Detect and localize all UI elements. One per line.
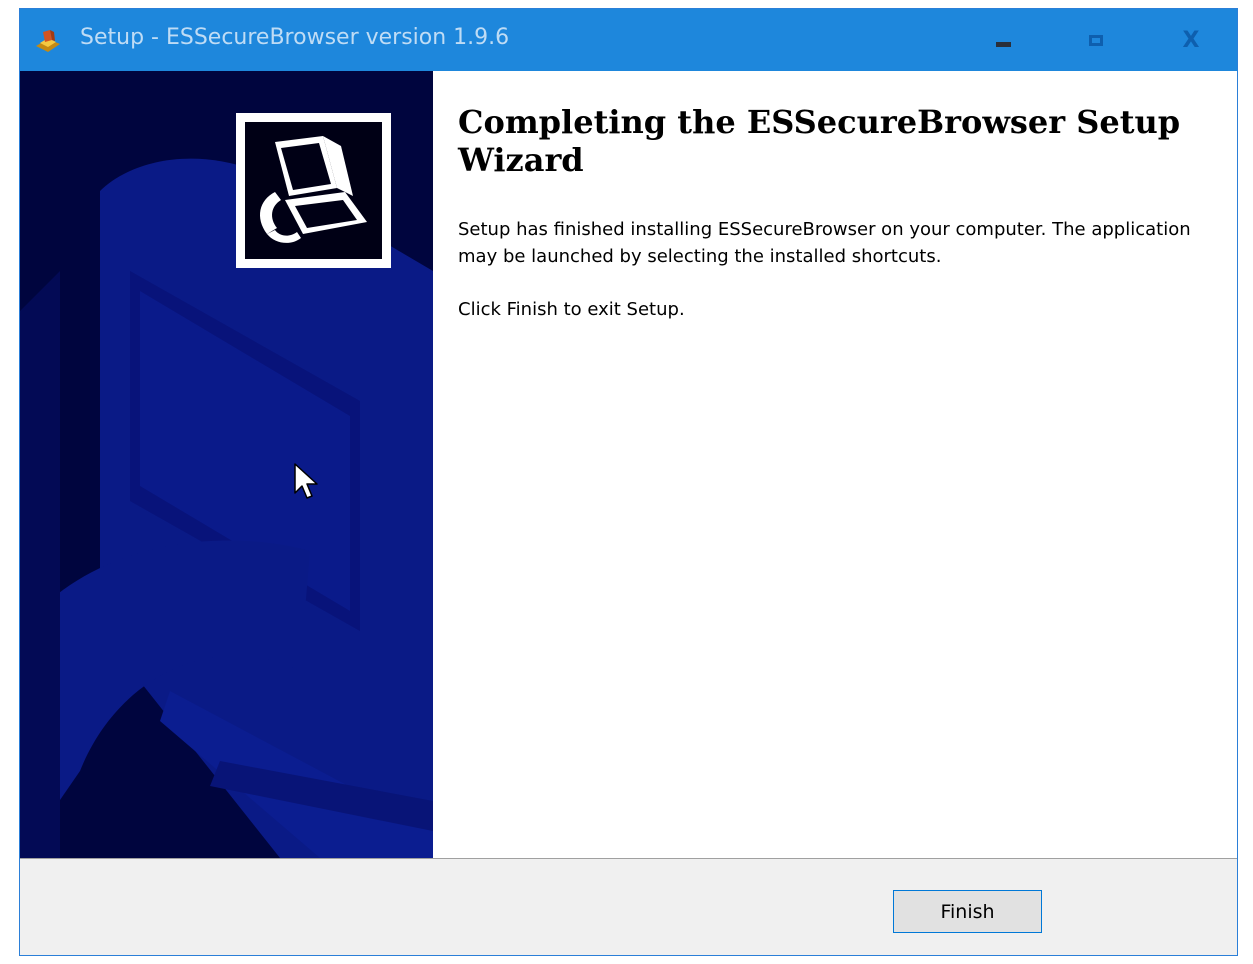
finished-message: Setup has finished installing ESSecureBr… (458, 219, 1191, 267)
installer-computer-icon (260, 136, 367, 243)
mouse-cursor-icon (294, 463, 318, 499)
app-icon (36, 30, 60, 52)
window-title: Setup - ESSecureBrowser version 1.9.6 (80, 25, 510, 50)
exit-instruction: Click Finish to exit Setup. (458, 299, 685, 320)
setup-window: Setup - ESSecureBrowser version 1.9.6 X (19, 8, 1238, 956)
wizard-content: Completing the ESSecureBrowser Setup Wiz… (433, 71, 1237, 858)
installer-logo (236, 113, 391, 268)
maximize-icon (1089, 34, 1103, 46)
wizard-heading: Completing the ESSecureBrowser Setup Wiz… (458, 103, 1181, 179)
maximize-button[interactable] (1050, 9, 1142, 71)
title-bar[interactable]: Setup - ESSecureBrowser version 1.9.6 X (20, 9, 1237, 71)
wizard-side-panel (20, 71, 433, 858)
close-button[interactable]: X (1145, 9, 1237, 71)
wizard-footer (20, 859, 1237, 955)
close-icon: X (1182, 27, 1200, 53)
minimize-button[interactable] (957, 9, 1049, 71)
finish-button[interactable]: Finish (893, 890, 1042, 933)
minimize-icon (995, 41, 1011, 47)
